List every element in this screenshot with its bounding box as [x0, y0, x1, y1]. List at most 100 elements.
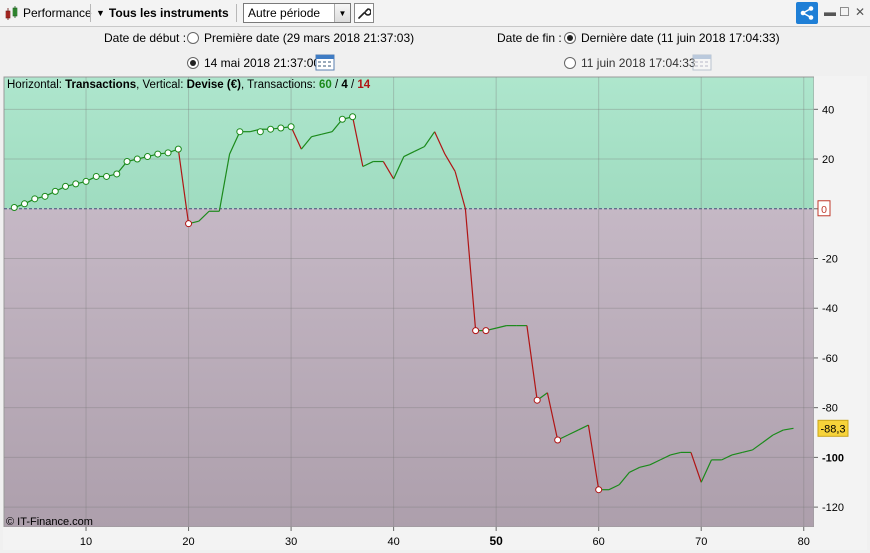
wrench-icon — [358, 8, 371, 19]
start-date-label-text: Date de début : — [104, 31, 187, 45]
trade-marker — [349, 113, 357, 121]
last-value-label: -88,3 — [820, 423, 845, 435]
header-total: 60 — [319, 79, 332, 91]
start-custom-label: 14 mai 2018 21:37:00 — [204, 56, 321, 70]
x-tick-label: 50 — [489, 534, 503, 548]
minimize-icon[interactable]: ▬ — [824, 5, 836, 19]
performance-label: Performance — [23, 6, 92, 20]
trade-marker — [51, 187, 59, 195]
y-tick-label: -100 — [822, 452, 844, 464]
equity-chart-svg: 40 20 -20 -40 -60 -80 -100 -120 0 -88,3 10 20 30 40 5… — [3, 76, 867, 550]
x-tick-label: 60 — [593, 536, 605, 548]
start-first-label: Première date (29 mars 2018 21:37:03) — [204, 31, 415, 45]
trade-marker — [267, 125, 275, 133]
header-vertical-value: Devise (€) — [187, 79, 242, 91]
trade-marker — [113, 170, 121, 178]
x-axis-panel — [3, 527, 867, 550]
header-mid: , Vertical: — [136, 79, 187, 91]
y-tick-label: -80 — [822, 403, 838, 415]
dropdown-arrow-icon: ▼ — [96, 8, 105, 18]
trade-marker — [256, 128, 264, 136]
trade-marker — [277, 124, 285, 132]
trade-marker — [103, 172, 111, 180]
trade-marker — [31, 195, 39, 203]
toolbar-divider — [236, 4, 237, 22]
header-trans-prefix: , Transactions: — [241, 79, 319, 91]
instruments-label: Tous les instruments — [108, 6, 229, 20]
start-custom-radio[interactable] — [187, 57, 199, 69]
header-sep1: / — [332, 79, 342, 91]
candlestick-icon — [5, 6, 18, 20]
trade-marker — [144, 153, 152, 161]
end-custom-radio[interactable] — [564, 57, 576, 69]
chart-header: Horizontal: Transactions, Vertical: Devi… — [7, 79, 371, 91]
trade-marker — [174, 145, 182, 153]
end-date-label: Date de fin : — [497, 31, 562, 45]
trade-marker — [41, 192, 49, 200]
end-last-radio[interactable] — [564, 32, 576, 44]
header-prefix: Horizontal: — [7, 79, 65, 91]
period-select-value: Autre période — [248, 6, 321, 20]
trade-marker — [133, 155, 141, 163]
end-last-label: Dernière date (11 juin 2018 17:04:33) — [581, 31, 780, 45]
y-tick-label: -120 — [822, 502, 844, 514]
negative-zone — [4, 208, 814, 528]
header-horizontal-value: Transactions — [65, 79, 136, 91]
end-date-option-custom[interactable]: 11 juin 2018 17:04:33 — [564, 56, 696, 70]
chevron-down-icon[interactable]: ▼ — [334, 4, 350, 22]
performance-button[interactable]: Performance — [4, 3, 92, 23]
trade-marker — [92, 172, 100, 180]
toolbar-divider — [90, 4, 91, 22]
positive-zone — [4, 77, 814, 209]
start-date-option-custom[interactable]: 14 mai 2018 21:37:00 — [187, 56, 320, 70]
trade-marker — [482, 327, 490, 335]
trade-marker — [595, 486, 603, 494]
trade-marker — [236, 128, 244, 136]
start-first-radio[interactable] — [187, 32, 199, 44]
x-tick-label: 30 — [285, 536, 297, 548]
end-date-label-text: Date de fin : — [497, 31, 562, 45]
watermark: © IT-Finance.com — [6, 516, 93, 528]
trade-marker — [554, 436, 562, 444]
x-tick-label: 70 — [695, 536, 707, 548]
y-tick-label: -60 — [822, 353, 838, 365]
trade-marker — [62, 182, 70, 190]
header-losses: 14 — [357, 79, 370, 91]
period-select[interactable]: Autre période ▼ — [243, 3, 351, 23]
x-tick-label: 10 — [80, 536, 92, 548]
trade-marker — [472, 327, 480, 335]
close-icon[interactable]: ✕ — [855, 5, 865, 19]
trade-marker — [123, 158, 131, 166]
settings-button[interactable] — [354, 3, 374, 23]
y-tick-label: -20 — [822, 253, 838, 265]
start-date-option-first[interactable]: Première date (29 mars 2018 21:37:03) — [187, 31, 414, 45]
trade-marker — [533, 396, 541, 404]
x-tick-label: 20 — [182, 536, 194, 548]
zero-label: 0 — [821, 204, 827, 216]
trade-marker — [154, 150, 162, 158]
end-date-option-last[interactable]: Dernière date (11 juin 2018 17:04:33) — [564, 31, 780, 45]
start-date-label: Date de début : — [104, 31, 186, 45]
trade-marker — [10, 204, 18, 212]
x-tick-label: 40 — [387, 536, 399, 548]
maximize-icon[interactable]: ☐ — [839, 5, 850, 19]
trade-marker — [21, 200, 29, 208]
instruments-dropdown[interactable]: ▼ Tous les instruments — [96, 3, 229, 23]
trade-marker — [287, 123, 295, 131]
trade-marker — [164, 149, 172, 157]
y-tick-label: 40 — [822, 104, 834, 116]
calendar-icon — [692, 54, 712, 71]
trade-marker — [185, 220, 193, 228]
end-custom-label: 11 juin 2018 17:04:33 — [581, 56, 696, 70]
trade-marker — [82, 177, 90, 185]
equity-chart: 40 20 -20 -40 -60 -80 -100 -120 0 -88,3 10 20 30 40 5… — [3, 76, 867, 550]
x-tick-label: 80 — [798, 536, 810, 548]
toolbar: Performance ▼ Tous les instruments Autre… — [0, 0, 870, 27]
header-sep2: / — [348, 79, 358, 91]
calendar-icon[interactable] — [315, 53, 335, 71]
share-button[interactable] — [796, 2, 818, 24]
trade-marker — [338, 115, 346, 123]
share-icon — [800, 6, 814, 20]
y-tick-label: 20 — [822, 154, 834, 166]
y-tick-label: -40 — [822, 303, 838, 315]
